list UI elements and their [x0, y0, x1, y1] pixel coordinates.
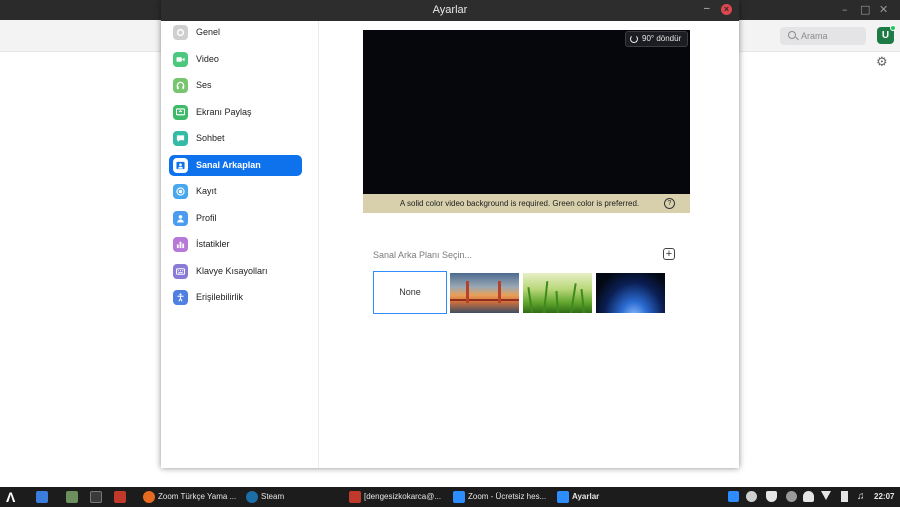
dialog-title: Ayarlar: [432, 4, 468, 16]
sidebar-item-genel[interactable]: Genel: [169, 22, 302, 43]
grass-blade: [570, 283, 577, 314]
chat-icon: [173, 131, 188, 146]
gear-icon: [173, 25, 188, 40]
avatar-initial: U: [881, 30, 890, 41]
rotate-90-button[interactable]: 90° döndür: [625, 31, 688, 47]
sidebar-item-kayit[interactable]: Kayıt: [169, 181, 302, 202]
notice-text: A solid color video background is requir…: [399, 199, 640, 208]
dialog-minimize-button[interactable]: –: [704, 4, 710, 14]
shield-icon[interactable]: [766, 491, 777, 502]
bridge-deck: [450, 299, 519, 301]
green-screen-notice: A solid color video background is requir…: [363, 194, 690, 213]
grass-blade: [543, 281, 549, 314]
sidebar-item-istatikler[interactable]: İstatikler: [169, 234, 302, 255]
minimize-icon[interactable]: –: [842, 3, 848, 16]
music-icon[interactable]: ♫: [857, 487, 865, 507]
virtual-background-panel: 90° döndür A solid color video backgroun…: [320, 21, 739, 468]
zoom-icon: [557, 491, 569, 503]
taskbar-item-ayarlar[interactable]: Ayarlar: [572, 487, 599, 507]
sidebar-item-label: Genel: [196, 27, 221, 37]
wifi-icon[interactable]: [821, 491, 831, 500]
steam-icon: [246, 491, 258, 503]
sidebar-item-erisilebilirlik[interactable]: Erişilebilirlik: [169, 287, 302, 308]
search-input[interactable]: Arama: [780, 27, 866, 45]
sidebar-item-label: Kayıt: [196, 186, 217, 196]
zoom-icon: [453, 491, 465, 503]
add-background-icon[interactable]: +: [663, 248, 675, 260]
rotate-label: 90° döndür: [642, 34, 682, 43]
sidebar-item-profil[interactable]: Profil: [169, 208, 302, 229]
sidebar-item-label: Erişilebilirlik: [196, 292, 244, 302]
text-editor-icon[interactable]: [114, 491, 126, 503]
sidebar-item-label: Ekranı Paylaş: [196, 107, 252, 117]
user-icon[interactable]: [803, 491, 814, 502]
bluetooth-icon[interactable]: [786, 491, 797, 502]
grass-blade: [527, 287, 533, 314]
profile-icon: [173, 211, 188, 226]
bridge-tower: [466, 281, 469, 303]
dialog-titlebar: Ayarlar – ×: [161, 0, 739, 21]
battery-icon[interactable]: [841, 491, 848, 502]
clock[interactable]: 22:07: [874, 487, 894, 507]
taskbar-item-steam[interactable]: Steam: [261, 487, 284, 507]
sidebar-item-label: Klavye Kısayolları: [196, 266, 268, 276]
file-manager-icon[interactable]: [66, 491, 78, 503]
background-option-earth-from-space[interactable]: [596, 273, 665, 313]
sidebar-item-ses[interactable]: Ses: [169, 75, 302, 96]
grass-blade: [580, 289, 585, 314]
video-camera-icon: [173, 52, 188, 67]
taskbar-item-email[interactable]: [dengesizkokarca@...: [364, 487, 441, 507]
start-menu-icon[interactable]: Λ: [6, 487, 15, 507]
share-screen-icon: [173, 105, 188, 120]
online-status-dot: [890, 25, 896, 31]
statistics-icon: [173, 237, 188, 252]
settings-sidebar: Genel Video Ses Ekranı Paylaş Sohbet San…: [161, 21, 319, 468]
search-icon: [788, 31, 796, 39]
sidebar-item-sohbet[interactable]: Sohbet: [169, 128, 302, 149]
keyboard-icon: [173, 264, 188, 279]
avatar[interactable]: U: [877, 25, 896, 44]
terminal-icon[interactable]: [90, 491, 102, 503]
maximize-icon[interactable]: □: [860, 3, 870, 16]
settings-gear-icon[interactable]: ⚙: [876, 55, 888, 68]
rotate-icon: [630, 35, 638, 43]
settings-dialog: Ayarlar – × Genel Video Ses Ekranı Payla…: [161, 0, 739, 468]
choose-background-label: Sanal Arka Planı Seçin...: [373, 250, 473, 260]
sidebar-item-sanal-arkaplan[interactable]: Sanal Arkaplan: [169, 155, 302, 176]
sidebar-item-label: İstatikler: [196, 239, 230, 249]
zoom-tray-icon[interactable]: [728, 491, 739, 502]
sidebar-item-klavye-kisayollari[interactable]: Klavye Kısayolları: [169, 261, 302, 282]
sidebar-item-ekrani-paylas[interactable]: Ekranı Paylaş: [169, 102, 302, 123]
search-placeholder: Arama: [801, 31, 828, 41]
taskbar-item-firefox[interactable]: Zoom Türkçe Yama ...: [158, 487, 236, 507]
sidebar-item-label: Profil: [196, 213, 217, 223]
taskbar: Λ Zoom Türkçe Yama ... Steam [dengesizko…: [0, 487, 900, 507]
sidebar-item-video[interactable]: Video: [169, 49, 302, 70]
headphones-icon: [173, 78, 188, 93]
sidebar-item-label: Sohbet: [196, 133, 225, 143]
sidebar-item-label: Sanal Arkaplan: [196, 160, 261, 170]
background-option-none[interactable]: None: [373, 271, 447, 314]
bridge-tower: [498, 281, 501, 303]
background-option-golden-gate-bridge[interactable]: [450, 273, 519, 313]
video-preview: 90° döndür: [363, 30, 690, 194]
desktop-icon[interactable]: [36, 491, 48, 503]
app-icon: [349, 491, 361, 503]
sidebar-item-label: Ses: [196, 80, 212, 90]
close-icon[interactable]: ✕: [879, 3, 888, 16]
help-icon[interactable]: ?: [664, 198, 675, 209]
background-option-grass[interactable]: [523, 273, 592, 314]
firefox-icon: [143, 491, 155, 503]
accessibility-icon: [173, 290, 188, 305]
virtual-background-icon: [173, 158, 188, 173]
dialog-close-button[interactable]: ×: [721, 4, 732, 15]
taskbar-item-zoom[interactable]: Zoom - Ücretsiz hes...: [468, 487, 546, 507]
steam-tray-icon[interactable]: [746, 491, 757, 502]
record-icon: [173, 184, 188, 199]
sidebar-item-label: Video: [196, 54, 219, 64]
grass-blade: [555, 290, 559, 314]
